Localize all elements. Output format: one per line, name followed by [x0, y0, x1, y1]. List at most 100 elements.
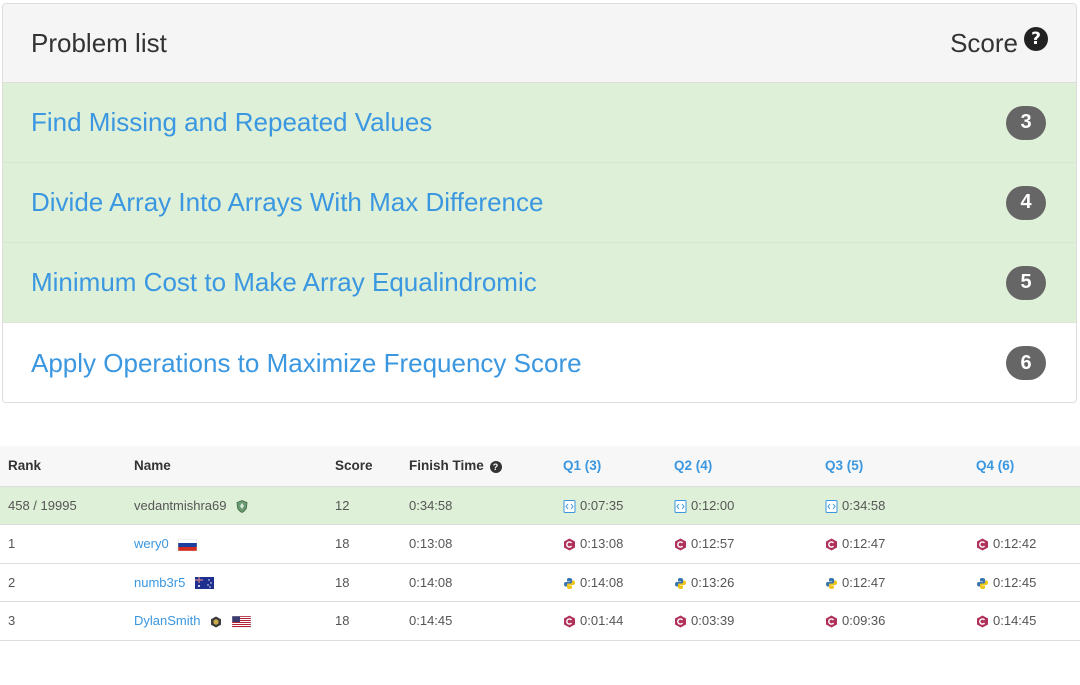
username[interactable]: vedantmishra69 [134, 498, 227, 513]
score-cell: 12 [335, 486, 409, 525]
finish-time-label: Finish Time [409, 458, 484, 474]
code-file-icon [674, 499, 687, 513]
rank-cell: 3 [0, 601, 134, 641]
q4-time: 0:14:45 [993, 613, 1037, 629]
problem-link[interactable]: Apply Operations to Maximize Frequency S… [31, 348, 582, 379]
q1-cell[interactable]: 0:14:08 [563, 563, 674, 602]
help-icon[interactable]: ? [1024, 27, 1048, 51]
finish-time-cell: 0:14:45 [409, 601, 563, 641]
q1-time: 0:07:35 [580, 497, 624, 513]
problem-list-panel: Problem list Score ? Find Missing and Re… [2, 3, 1077, 403]
cpp-icon [826, 615, 837, 628]
problem-link[interactable]: Find Missing and Repeated Values [31, 107, 432, 138]
russia-flag-icon [178, 538, 198, 551]
name-header: Name [134, 446, 335, 487]
usa-flag-icon [231, 615, 251, 628]
q4-cell[interactable]: 0:12:45 [976, 563, 1080, 602]
finish-time-cell: 0:13:08 [409, 524, 563, 564]
finish-time-cell: 0:14:08 [409, 563, 563, 602]
score-label: Score [950, 27, 1018, 58]
problem-link[interactable]: Minimum Cost to Make Array Equalindromic [31, 267, 537, 298]
q3-cell[interactable]: 0:12:47 [825, 524, 976, 564]
cpp-icon [675, 615, 686, 628]
hexagon-badge-icon [211, 616, 222, 628]
rank-cell: 1 [0, 524, 134, 564]
rank-cell: 2 [0, 563, 134, 602]
q3-header[interactable]: Q3 (5) [825, 446, 976, 487]
q1-cell[interactable]: 0:07:35 [563, 486, 674, 525]
cpp-icon [826, 538, 837, 551]
ranking-table: Rank Name Score Finish Time ? Q1 (3) Q2 … [0, 446, 1080, 641]
q2-header[interactable]: Q2 (4) [674, 446, 825, 487]
problem-row: Find Missing and Repeated Values 3 [3, 83, 1076, 163]
python-icon [564, 577, 575, 589]
score-badge: 4 [1006, 185, 1046, 220]
q3-cell[interactable]: 0:09:36 [825, 601, 976, 641]
q4-time: 0:12:42 [993, 536, 1037, 552]
name-cell: wery0 [134, 524, 335, 564]
q2-cell[interactable]: 0:03:39 [674, 601, 825, 641]
score-cell: 18 [335, 601, 409, 641]
q1-cell[interactable]: 0:01:44 [563, 601, 674, 641]
q1-cell[interactable]: 0:13:08 [563, 524, 674, 564]
shield-badge-icon [236, 499, 248, 513]
problem-list-header: Problem list Score ? [3, 4, 1076, 83]
code-file-icon [825, 499, 838, 513]
q4-cell[interactable]: 0:14:45 [976, 601, 1080, 641]
q2-time: 0:12:00 [691, 497, 735, 513]
q3-time: 0:12:47 [842, 536, 886, 552]
q1-time: 0:14:08 [580, 574, 624, 590]
q2-time: 0:13:26 [691, 574, 735, 590]
name-cell: DylanSmith [134, 601, 335, 641]
q2-cell[interactable]: 0:12:57 [674, 524, 825, 564]
name-cell: numb3r5 [134, 563, 335, 602]
q1-header[interactable]: Q1 (3) [563, 446, 674, 487]
username[interactable]: DylanSmith [134, 613, 200, 628]
q4-time: 0:12:45 [993, 574, 1037, 590]
q3-cell[interactable]: 0:12:47 [825, 563, 976, 602]
ranking-header-row: Rank Name Score Finish Time ? Q1 (3) Q2 … [0, 446, 1080, 487]
cpp-icon [977, 615, 988, 628]
problem-link[interactable]: Divide Array Into Arrays With Max Differ… [31, 187, 543, 218]
q2-time: 0:03:39 [691, 613, 735, 629]
problem-row: Minimum Cost to Make Array Equalindromic… [3, 243, 1076, 323]
rank-header: Rank [0, 446, 134, 487]
code-file-icon [563, 499, 576, 513]
q4-cell[interactable]: 0:12:42 [976, 524, 1080, 564]
problem-list-title: Problem list [31, 27, 167, 58]
q3-time: 0:12:47 [842, 574, 886, 590]
q2-cell[interactable]: 0:13:26 [674, 563, 825, 602]
australia-flag-icon [194, 577, 214, 590]
help-icon[interactable]: ? [489, 460, 502, 473]
q4-header[interactable]: Q4 (6) [976, 446, 1080, 487]
q1-time: 0:01:44 [580, 613, 624, 629]
table-row: 3 DylanSmith 18 0:14:45 0:01:44 0:03:39 … [0, 601, 1080, 641]
username[interactable]: numb3r5 [134, 575, 185, 590]
python-icon [826, 577, 837, 589]
q1-time: 0:13:08 [580, 536, 624, 552]
finish-time-cell: 0:34:58 [409, 486, 563, 525]
score-column-header: Score [335, 446, 409, 487]
cpp-icon [564, 538, 575, 551]
cpp-icon [564, 615, 575, 628]
name-cell: vedantmishra69 [134, 486, 335, 525]
username[interactable]: wery0 [134, 536, 169, 551]
finish-time-header: Finish Time ? [409, 446, 563, 487]
python-icon [675, 577, 686, 589]
table-row: 1 wery0 18 0:13:08 0:13:08 0:12:57 0:12:… [0, 524, 1080, 564]
q3-cell[interactable]: 0:34:58 [825, 486, 976, 525]
score-cell: 18 [335, 563, 409, 602]
q2-cell[interactable]: 0:12:00 [674, 486, 825, 525]
cpp-icon [675, 538, 686, 551]
cpp-icon [977, 538, 988, 551]
q4-cell [976, 486, 1080, 525]
rank-cell: 458 / 19995 [0, 486, 134, 525]
table-row-self: 458 / 19995 vedantmishra69 12 0:34:58 0:… [0, 486, 1080, 525]
python-icon [977, 577, 988, 589]
score-badge: 3 [1006, 105, 1046, 140]
score-badge: 6 [1006, 346, 1046, 380]
score-cell: 18 [335, 524, 409, 564]
q2-time: 0:12:57 [691, 536, 735, 552]
q3-time: 0:09:36 [842, 613, 886, 629]
score-header: Score ? [950, 27, 1048, 59]
